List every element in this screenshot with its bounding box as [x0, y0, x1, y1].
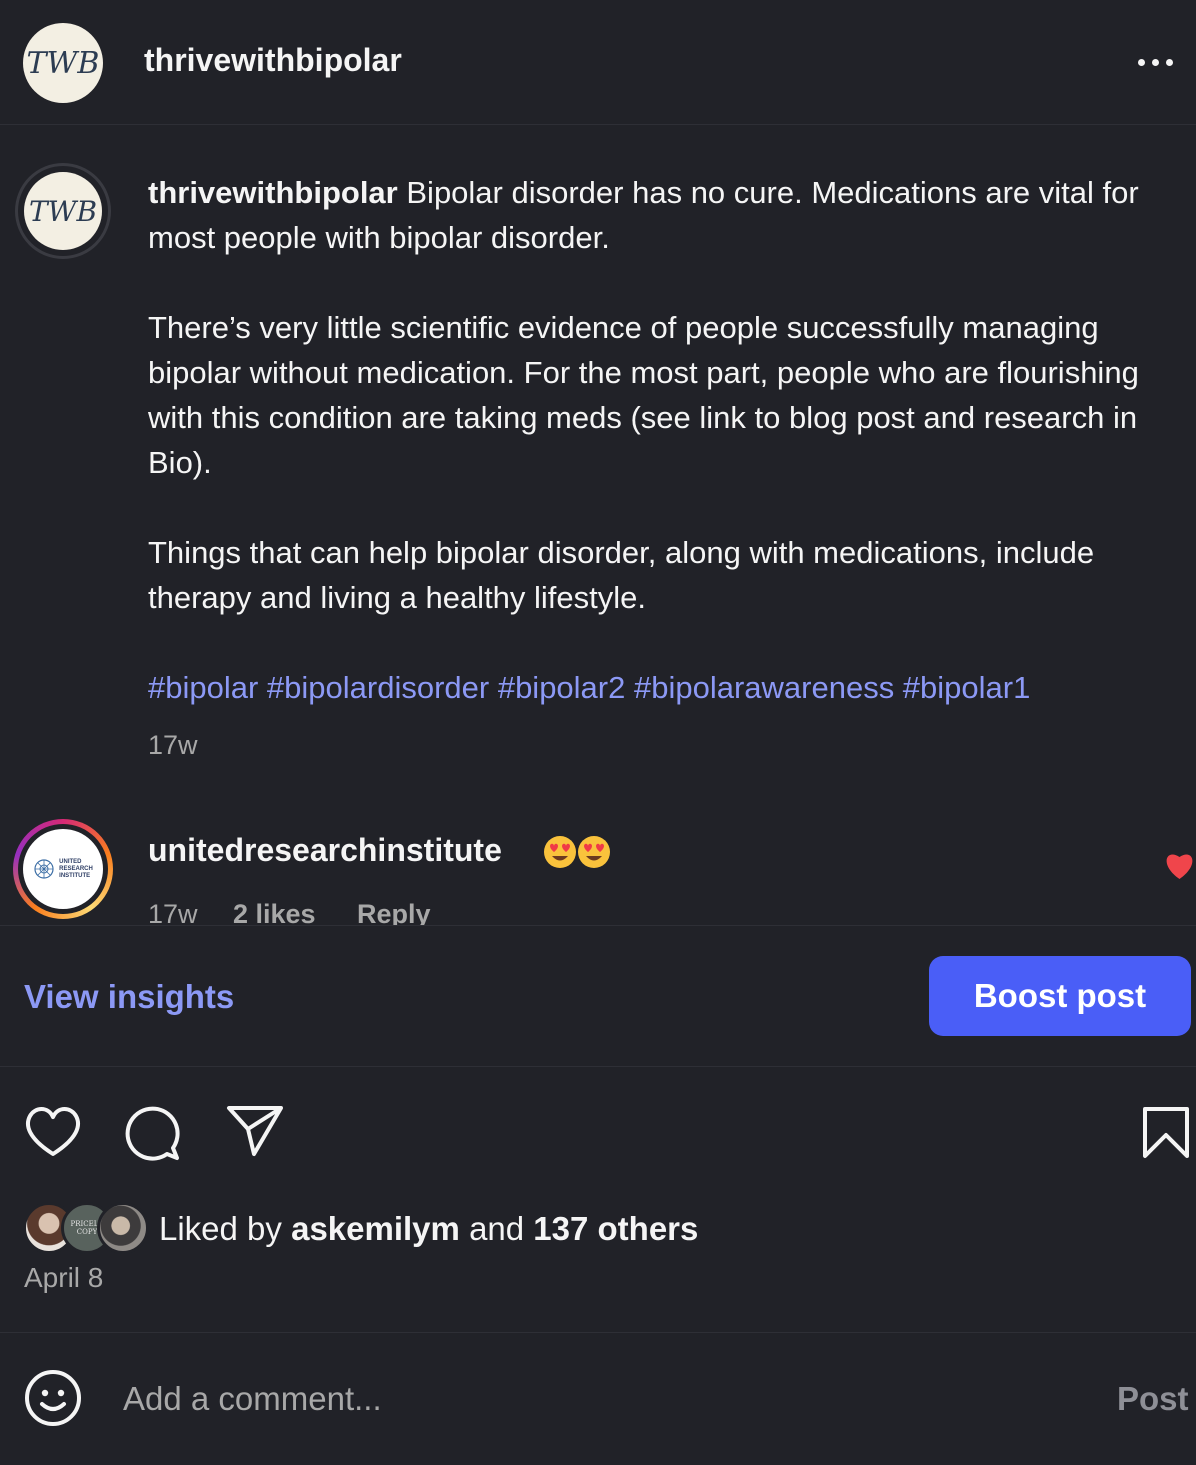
- comment-like-heart-icon[interactable]: [1163, 850, 1196, 880]
- more-icon[interactable]: [1138, 52, 1184, 72]
- comments-divider: [0, 925, 1196, 926]
- post-header: TWB thrivewithbipolar: [0, 0, 1196, 124]
- liked-by-user[interactable]: askemilym: [291, 1210, 460, 1247]
- boost-post-button[interactable]: Boost post: [929, 956, 1191, 1036]
- share-icon[interactable]: [226, 1105, 284, 1157]
- liker-avatar-2-text-2: COPY: [76, 1228, 98, 1236]
- comment-meta: 17w 2 likes Reply: [148, 895, 908, 925]
- emoji-icon[interactable]: [24, 1369, 82, 1427]
- caption-avatar[interactable]: TWB: [15, 163, 111, 259]
- logo-text-1: UNITED: [59, 858, 82, 865]
- logo-text-3: INSTITUTE: [59, 872, 91, 879]
- caption-paragraph-2: There’s very little scientific evidence …: [148, 310, 1139, 480]
- comment-avatar[interactable]: UNITED RESEARCH INSTITUTE: [13, 819, 113, 919]
- post-detail-panel: TWB thrivewithbipolar TWB thrivewithbipo…: [0, 0, 1196, 1465]
- bookmark-icon[interactable]: [1141, 1106, 1191, 1160]
- comment-reply[interactable]: Reply: [357, 899, 431, 925]
- network-globe-icon: [34, 859, 54, 879]
- liked-by-avatars[interactable]: PRICELE COPY: [23, 1202, 149, 1254]
- liked-by-prefix: Liked by: [159, 1210, 282, 1247]
- caption-hashtags[interactable]: #bipolar #bipolardisorder #bipolar2 #bip…: [148, 665, 1188, 710]
- comment-username[interactable]: unitedresearchinstitute: [148, 832, 502, 869]
- post-date[interactable]: April 8: [24, 1262, 103, 1294]
- avatar-monogram: TWB: [26, 45, 100, 81]
- love-eyes-emoji-icon: [578, 836, 610, 868]
- heart-icon[interactable]: [22, 1103, 84, 1159]
- author-avatar[interactable]: TWB: [23, 23, 103, 103]
- liked-by-summary: Liked by askemilym and 137 others: [159, 1210, 698, 1248]
- insights-divider: [0, 1066, 1196, 1067]
- post-comment-button[interactable]: Post: [1117, 1380, 1189, 1418]
- post-caption: thrivewithbipolar Bipolar disorder has n…: [148, 170, 1188, 710]
- view-insights-link[interactable]: View insights: [24, 978, 234, 1016]
- liker-avatar-3: [97, 1202, 149, 1254]
- author-username[interactable]: thrivewithbipolar: [144, 42, 402, 79]
- comment-box-divider: [0, 1332, 1196, 1333]
- comment-time[interactable]: 17w: [148, 899, 198, 925]
- caption-username[interactable]: thrivewithbipolar: [148, 175, 398, 210]
- liked-by-conjunction: and: [469, 1210, 525, 1247]
- logo-text-2: RESEARCH: [59, 865, 93, 872]
- love-eyes-emoji-icon: [544, 836, 576, 868]
- liked-by-others[interactable]: 137 others: [533, 1210, 698, 1247]
- caption-paragraph-3: Things that can help bipolar disorder, a…: [148, 535, 1095, 615]
- comment-likes[interactable]: 2 likes: [233, 899, 316, 925]
- united-research-logo: UNITED RESEARCH INSTITUTE: [23, 829, 103, 909]
- add-comment-input[interactable]: [123, 1372, 1083, 1426]
- caption-time[interactable]: 17w: [148, 730, 198, 761]
- avatar-monogram: TWB: [28, 194, 98, 228]
- comment-icon[interactable]: [123, 1104, 183, 1162]
- header-divider: [0, 124, 1196, 125]
